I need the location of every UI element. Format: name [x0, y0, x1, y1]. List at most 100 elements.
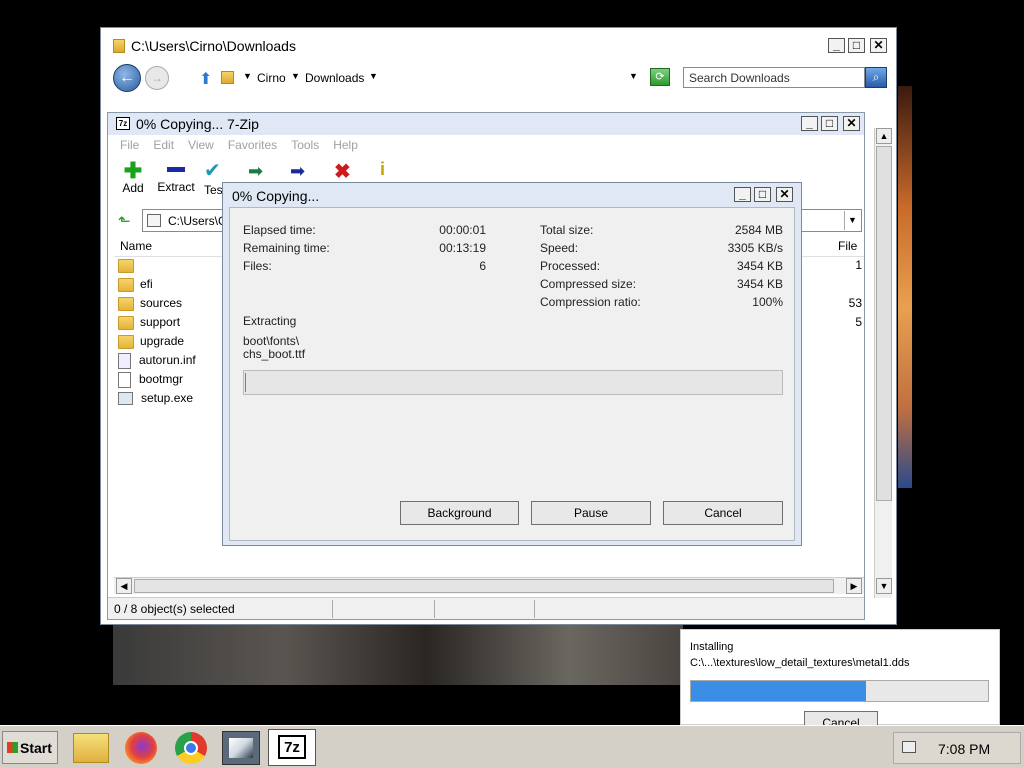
menu-tools[interactable]: Tools: [291, 138, 319, 154]
menu-help[interactable]: Help: [333, 138, 358, 154]
chevron-down-icon[interactable]: ▼: [291, 71, 300, 81]
chevron-down-icon[interactable]: ▼: [243, 71, 252, 81]
clock[interactable]: 7:08 PM: [938, 741, 990, 757]
explorer-navbar: ← → ⬆ ▼ Cirno ▼ Downloads ▼ ▼ ⟳ Search D…: [101, 60, 896, 100]
status-text: 0 / 8 object(s) selected: [114, 602, 235, 616]
total-size-value: 2584 MB: [734, 223, 783, 237]
action-label: Extracting: [243, 314, 297, 328]
scroll-left-arrow[interactable]: ◀: [116, 578, 132, 594]
list-item-count: [836, 275, 862, 294]
speed-value: 3305 KB/s: [727, 241, 783, 255]
elapsed-time-label: Elapsed time:: [243, 223, 316, 237]
list-item-count: 5: [855, 315, 862, 329]
chrome-icon[interactable]: [175, 732, 207, 764]
explorer-title: C:\Users\Cirno\Downloads: [131, 38, 296, 54]
folder-icon: [221, 71, 234, 84]
installer-path: C:\...\textures\low_detail_textures\meta…: [690, 657, 910, 669]
installer-cancel-button[interactable]: Cancel: [804, 711, 878, 726]
menu-file[interactable]: File: [120, 138, 139, 154]
scroll-down-arrow[interactable]: ▼: [876, 578, 892, 594]
processed-value: 3454 KB: [736, 259, 783, 273]
start-button[interactable]: Start: [2, 731, 58, 764]
scroll-right-arrow[interactable]: ▶: [846, 578, 862, 594]
status-divider: [332, 600, 333, 618]
delete-icon[interactable]: ✖: [334, 159, 351, 184]
copy-arrow-icon[interactable]: ➡: [248, 161, 263, 182]
folder-icon: [118, 315, 134, 330]
up-arrow-icon[interactable]: ⬆: [199, 69, 212, 89]
firefox-icon[interactable]: [125, 732, 157, 764]
address-dropdown-icon[interactable]: ▼: [629, 71, 638, 81]
list-item[interactable]: upgrade: [118, 332, 228, 351]
chevron-down-icon[interactable]: ▼: [844, 211, 860, 230]
7zip-title: 0% Copying... 7-Zip: [136, 116, 259, 132]
file-explorer-icon[interactable]: [73, 733, 109, 763]
chevron-down-icon[interactable]: ▼: [369, 71, 378, 81]
breadcrumb-downloads[interactable]: Downloads: [305, 71, 364, 85]
speed-label: Speed:: [540, 241, 579, 255]
7zip-titlebar: 7z 0% Copying... 7-Zip _ □ ✕: [108, 113, 864, 135]
minus-icon: [167, 167, 185, 172]
progress-dialog: 0% Copying... _ □ ✕ Elapsed time: 00:00:…: [222, 182, 802, 546]
list-item[interactable]: autorun.inf: [118, 351, 228, 370]
scroll-thumb[interactable]: [134, 579, 834, 593]
back-button[interactable]: ←: [113, 64, 141, 92]
list-item-count: 53: [848, 296, 862, 310]
background-button[interactable]: Background: [400, 501, 519, 525]
7zip-taskbar-button[interactable]: 7z: [268, 729, 316, 766]
folder-icon: [118, 277, 134, 292]
menu-favorites[interactable]: Favorites: [228, 138, 277, 154]
dialog-body: Elapsed time: 00:00:01 Remaining time: 0…: [229, 207, 795, 541]
search-icon[interactable]: ⌕: [865, 67, 887, 88]
menu-view[interactable]: View: [188, 138, 214, 154]
column-header-name[interactable]: Name: [114, 237, 224, 256]
list-item[interactable]: bootmgr: [118, 370, 228, 389]
dialog-titlebar: 0% Copying... _ □ ✕: [223, 183, 801, 207]
extract-button[interactable]: Extract: [156, 161, 196, 203]
remaining-time-label: Remaining time:: [243, 241, 330, 255]
close-button[interactable]: ✕: [776, 187, 793, 202]
minimize-button[interactable]: _: [734, 187, 751, 202]
explorer-scrollbar[interactable]: ▲ ▼: [874, 128, 892, 598]
dialog-title: 0% Copying...: [232, 188, 320, 204]
up-folder-icon[interactable]: ⬑: [118, 212, 131, 230]
background-photo-bottom: [113, 625, 683, 685]
progress-caret: [245, 373, 246, 392]
menu-edit[interactable]: Edit: [153, 138, 174, 154]
list-item[interactable]: support: [118, 313, 228, 332]
path-text: C:\Users\C: [168, 214, 227, 228]
column-header-files[interactable]: File: [838, 237, 864, 256]
pause-button[interactable]: Pause: [531, 501, 651, 525]
files-label: Files:: [243, 259, 272, 273]
minimize-button[interactable]: _: [801, 116, 818, 131]
move-arrow-icon[interactable]: ➡: [290, 161, 305, 182]
installer-progress-bar: [690, 680, 989, 702]
list-item[interactable]: [118, 256, 228, 275]
close-button[interactable]: ✕: [843, 116, 860, 131]
refresh-icon[interactable]: ⟳: [650, 68, 670, 86]
installer-label: Installing: [690, 641, 734, 653]
maximize-button[interactable]: □: [821, 116, 838, 131]
breadcrumb-cirno[interactable]: Cirno: [257, 71, 286, 85]
scroll-up-arrow[interactable]: ▲: [876, 128, 892, 144]
list-item[interactable]: setup.exe: [118, 389, 228, 408]
horizontal-scrollbar[interactable]: ◀ ▶: [114, 577, 864, 594]
file-count-column: 1 53 5: [836, 256, 862, 332]
installer-app-icon[interactable]: [222, 731, 260, 765]
checkmark-icon: ✔: [204, 161, 221, 182]
network-icon[interactable]: [902, 741, 916, 753]
list-item[interactable]: efi: [118, 275, 228, 294]
add-button[interactable]: ✚ Add: [118, 160, 148, 203]
remaining-time-value: 00:13:19: [439, 241, 486, 255]
minimize-button[interactable]: _: [828, 38, 845, 53]
search-input[interactable]: Search Downloads: [683, 67, 865, 88]
forward-button[interactable]: →: [145, 66, 169, 90]
cancel-button[interactable]: Cancel: [663, 501, 783, 525]
compressed-size-label: Compressed size:: [540, 277, 637, 291]
info-icon[interactable]: i: [380, 159, 385, 180]
close-button[interactable]: ✕: [870, 38, 887, 53]
maximize-button[interactable]: □: [754, 187, 771, 202]
list-item[interactable]: sources: [118, 294, 228, 313]
maximize-button[interactable]: □: [848, 38, 865, 53]
scroll-thumb[interactable]: [876, 146, 892, 501]
